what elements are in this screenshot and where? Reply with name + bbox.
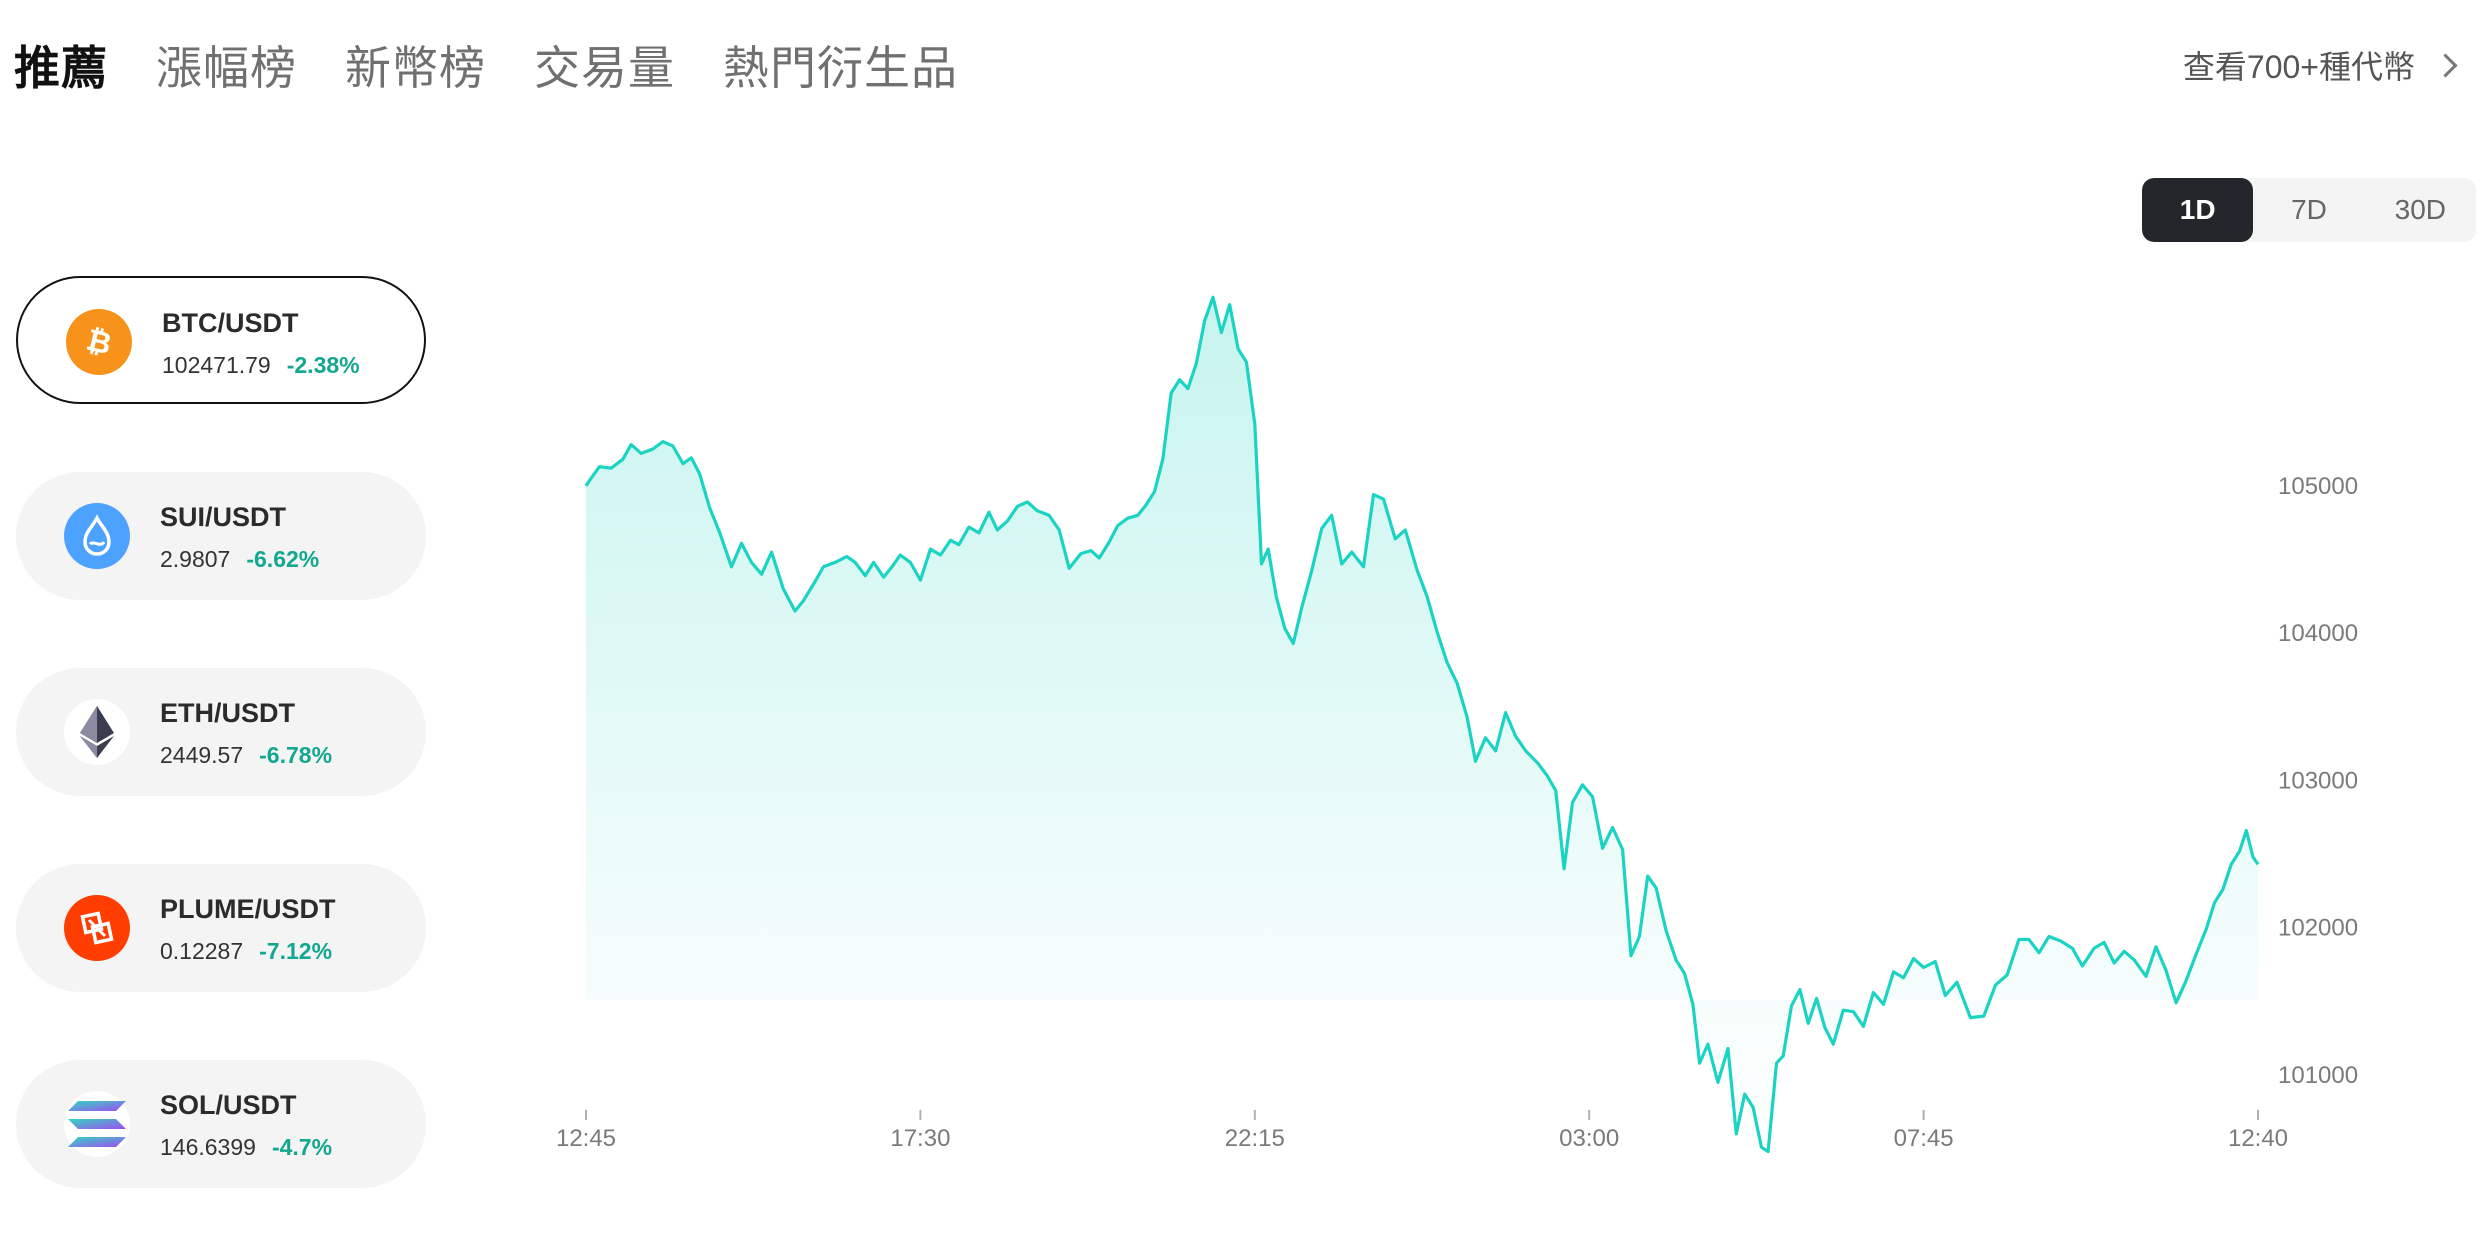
svg-text:₿: ₿: [83, 324, 115, 362]
coin-card-plume[interactable]: PLUME/USDT 0.12287 -7.12%: [16, 864, 426, 992]
coin-change: -7.12%: [259, 938, 333, 964]
x-tick-label: 07:45: [1894, 1125, 1954, 1152]
y-tick-label: 102000: [2278, 915, 2358, 942]
coin-pair: SUI/USDT: [160, 502, 287, 532]
tab-new-listings[interactable]: 新幣榜: [345, 36, 486, 100]
x-tick-label: 17:30: [890, 1125, 950, 1152]
chart-price-line: [584, 295, 2260, 1154]
bitcoin-icon: ₿: [66, 309, 132, 375]
chevron-right-icon: [2433, 52, 2458, 78]
y-tick-label: 101000: [2278, 1062, 2358, 1089]
coin-price: 2449.57: [160, 742, 244, 768]
tab-recommended[interactable]: 推薦: [14, 36, 108, 100]
coin-price: 102471.79: [162, 352, 271, 378]
coin-list: ₿ BTC/USDT 102471.79 -2.38% SUI/USDT 2.98…: [16, 276, 426, 1256]
coin-card-btc[interactable]: ₿ BTC/USDT 102471.79 -2.38%: [16, 276, 426, 404]
x-tick-label: 22:15: [1225, 1125, 1285, 1152]
x-tick-label: 03:00: [1559, 1125, 1619, 1152]
coin-pair: SOL/USDT: [160, 1090, 297, 1120]
coin-card-eth[interactable]: ETH/USDT 2449.57 -6.78%: [16, 668, 426, 796]
coin-card-sui[interactable]: SUI/USDT 2.9807 -6.62%: [16, 472, 426, 600]
range-1d-button[interactable]: 1D: [2142, 178, 2254, 242]
y-tick-label: 103000: [2278, 767, 2358, 794]
view-all-label: 查看700+種代幣: [2182, 49, 2415, 85]
range-7d-button[interactable]: 7D: [2253, 178, 2364, 242]
plume-icon: [64, 895, 130, 961]
coin-card-sol[interactable]: SOL/USDT 146.6399 -4.7%: [16, 1060, 426, 1188]
x-tick-label: 12:45: [556, 1125, 616, 1152]
time-range-selector: 1D 7D 30D: [2142, 178, 2476, 242]
y-tick-label: 104000: [2278, 620, 2358, 647]
x-tick-label: 12:40: [2228, 1125, 2288, 1152]
coin-price: 2.9807: [160, 546, 231, 572]
coin-pair: ETH/USDT: [160, 698, 295, 728]
category-tabs: 推薦 漲幅榜 新幣榜 交易量 熱門衍生品: [14, 36, 958, 100]
coin-change: -6.78%: [259, 742, 333, 768]
tab-hot-derivatives[interactable]: 熱門衍生品: [723, 36, 958, 100]
y-tick-label: 105000: [2278, 473, 2358, 500]
tab-volume[interactable]: 交易量: [534, 36, 675, 100]
tab-gainers[interactable]: 漲幅榜: [156, 36, 297, 100]
solana-icon: [64, 1091, 130, 1157]
chart-area-fill: [586, 297, 2258, 1152]
range-30d-button[interactable]: 30D: [2365, 178, 2476, 242]
coin-change: -4.7%: [271, 1134, 333, 1160]
view-all-tokens-link[interactable]: 查看700+種代幣: [2182, 42, 2458, 88]
coin-pair: BTC/USDT: [162, 308, 299, 338]
coin-change: -6.62%: [246, 546, 320, 572]
coin-price: 146.6399: [160, 1134, 256, 1160]
coin-pair: PLUME/USDT: [160, 894, 336, 924]
coin-price: 0.12287: [160, 938, 244, 964]
sui-icon: [64, 503, 130, 569]
coin-change: -2.38%: [286, 352, 360, 378]
ethereum-icon: [64, 699, 130, 765]
